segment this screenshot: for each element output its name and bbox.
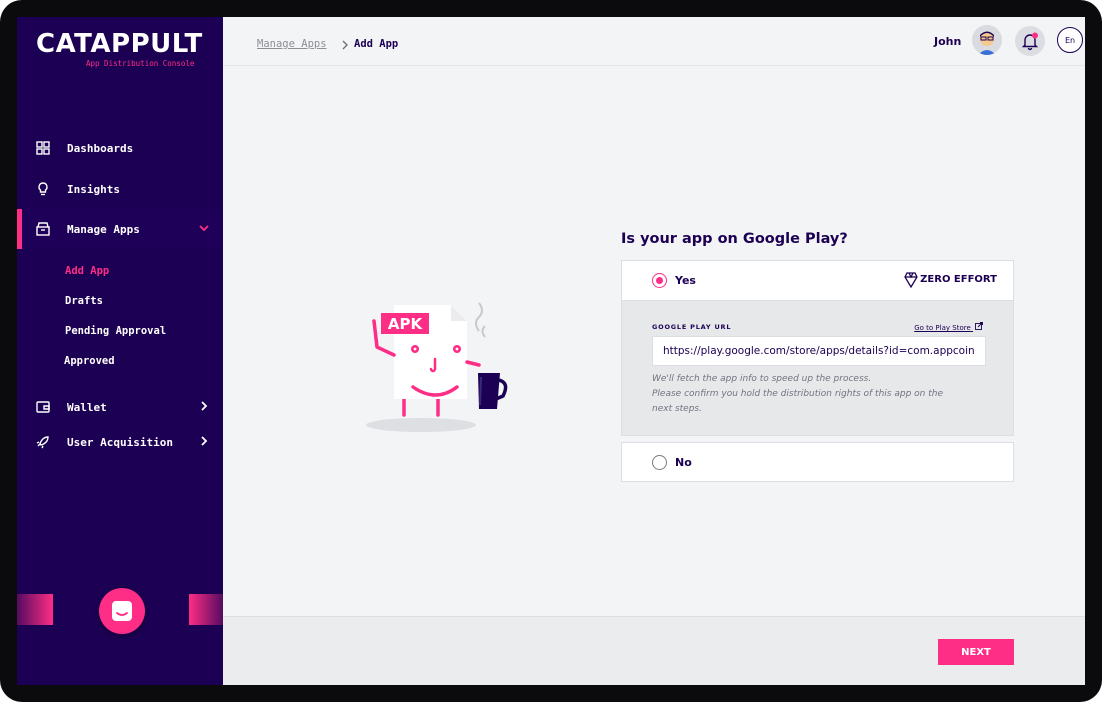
sidebar-item-label: Manage Apps (67, 222, 140, 236)
logo[interactable]: CATAPPULT App Distribution Console (36, 30, 206, 70)
chat-icon (112, 601, 132, 621)
footer-bar: NEXT (223, 616, 1085, 685)
sidebar-item-manage-apps[interactable]: Manage Apps (17, 209, 223, 249)
sidebar-item-label: Insights (67, 182, 120, 196)
google-play-url-label: GOOGLE PLAY URL (652, 323, 732, 331)
sidebar-item-label: User Acquisition (67, 435, 173, 449)
go-to-play-store-label: Go to Play Store (914, 324, 971, 332)
avatar[interactable] (972, 25, 1002, 55)
sidebar-subitem-approved[interactable]: Approved (64, 355, 115, 367)
rights-note: Please confirm you hold the distribution… (652, 389, 943, 399)
zero-effort-tag: ZERO EFFORT (920, 274, 997, 285)
lightbulb-icon (38, 182, 48, 196)
user-name[interactable]: John (934, 35, 961, 48)
zero-effort-icon (904, 272, 918, 289)
device-frame: CATAPPULT App Distribution Console Dashb… (0, 0, 1102, 702)
fetch-note: We'll fetch the app info to speed up the… (652, 374, 872, 384)
sidebar-subitem-pending-approval[interactable]: Pending Approval (65, 325, 166, 337)
google-play-question: Is your app on Google Play? (621, 231, 848, 247)
chat-support-button[interactable] (99, 588, 145, 634)
chevron-right-icon[interactable] (197, 399, 211, 413)
apk-badge-text: APK (388, 315, 424, 333)
sidebar-item-wallet[interactable]: Wallet (17, 387, 223, 427)
chevron-right-icon[interactable] (197, 434, 211, 448)
google-play-url-panel: GOOGLE PLAY URL Go to Play Store We'll f… (621, 301, 1014, 436)
google-play-url-input[interactable] (652, 336, 986, 366)
language-label: En (1064, 35, 1076, 45)
grid-icon (36, 141, 50, 155)
option-yes[interactable]: Yes ZERO EFFORT (621, 260, 1014, 301)
sidebar-item-insights[interactable]: Insights (17, 169, 223, 209)
logo-wordmark: CATAPPULT (36, 29, 203, 59)
next-button[interactable]: NEXT (938, 639, 1014, 665)
logo-subtitle: App Distribution Console (86, 59, 195, 68)
sidebar-subitem-add-app[interactable]: Add App (65, 265, 109, 277)
bell-icon (1021, 32, 1039, 51)
chevron-right-icon (342, 40, 348, 50)
external-link-icon (975, 322, 983, 330)
rights-note-continued: next steps. (652, 404, 702, 414)
radio-yes[interactable] (652, 273, 667, 288)
language-switcher[interactable]: En (1057, 27, 1083, 53)
decorative-bar-left (17, 594, 53, 625)
option-yes-label: Yes (675, 274, 696, 287)
sidebar-item-label: Dashboards (67, 141, 134, 155)
sidebar-item-label: Wallet (67, 400, 107, 414)
option-no-label: No (675, 456, 692, 469)
decorative-bar-right (189, 594, 223, 625)
notifications-button[interactable] (1015, 26, 1045, 56)
apk-mascot-illustration: APK (366, 302, 508, 432)
sidebar-item-dashboards[interactable]: Dashboards (17, 128, 223, 168)
avatar-image (972, 25, 1002, 55)
go-to-play-store-link[interactable]: Go to Play Store (914, 322, 983, 332)
top-header: Manage Apps Add App John En (223, 17, 1085, 66)
rocket-icon (36, 436, 49, 449)
inbox-icon (36, 222, 50, 236)
sidebar-subitem-drafts[interactable]: Drafts (65, 295, 103, 307)
sidebar-item-user-acquisition[interactable]: User Acquisition (17, 422, 223, 462)
radio-no[interactable] (652, 455, 667, 470)
app-window: CATAPPULT App Distribution Console Dashb… (17, 17, 1085, 685)
option-no[interactable]: No (621, 442, 1014, 482)
breadcrumb-current: Add App (354, 38, 399, 50)
chevron-down-icon[interactable] (197, 221, 211, 235)
sidebar: CATAPPULT App Distribution Console Dashb… (17, 17, 223, 685)
breadcrumb-parent-link[interactable]: Manage Apps (257, 38, 327, 50)
wallet-icon (36, 401, 50, 413)
